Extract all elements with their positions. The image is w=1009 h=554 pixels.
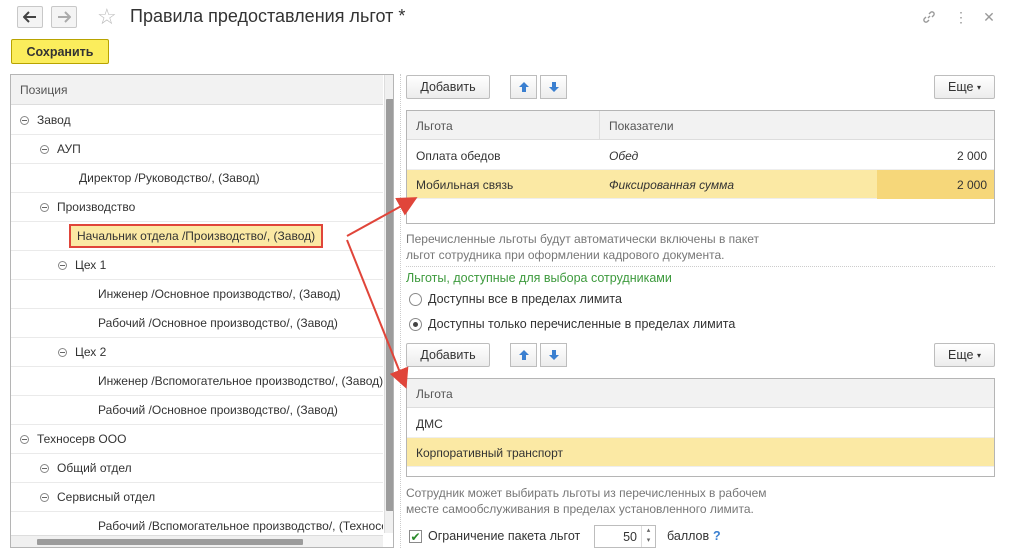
position-tree[interactable]: Позиция Завод АУП Директор /Руководство/, … <box>10 74 394 548</box>
collapse-toggle-icon[interactable] <box>20 116 29 125</box>
arrow-down-icon <box>548 350 559 360</box>
help-icon[interactable]: ? <box>713 529 721 543</box>
column-benefit: Льгота <box>416 119 453 133</box>
tree-row-label: Техносерв ООО <box>37 432 127 446</box>
collapse-toggle-icon[interactable] <box>58 261 67 270</box>
collapse-toggle-icon[interactable] <box>40 145 49 154</box>
bottom-hint-line2: месте самообслуживания в пределах устано… <box>406 502 754 516</box>
tree-row-label: Директор /Руководство/, (Завод) <box>79 171 260 185</box>
limit-unit: баллов <box>667 529 710 543</box>
tree-row[interactable]: Цех 2 <box>11 338 383 367</box>
panel-splitter[interactable] <box>400 74 401 548</box>
collapse-toggle-icon[interactable] <box>40 464 49 473</box>
tree-row-label: Производство <box>57 200 136 214</box>
chevron-down-icon: ▾ <box>976 82 981 92</box>
collapse-toggle-icon[interactable] <box>20 435 29 444</box>
choice-benefits-table[interactable]: Льгота ДМС Корпоративный транспорт <box>406 378 995 477</box>
tree-row[interactable]: Завод <box>11 106 383 135</box>
top-hint-line1: Перечисленные льготы будут автоматически… <box>406 232 759 246</box>
bottom-hint-line1: Сотрудник может выбирать льготы из переч… <box>406 486 767 500</box>
add-benefit-button[interactable]: Добавить <box>406 75 490 99</box>
save-button[interactable]: Сохранить <box>11 39 109 64</box>
tree-row[interactable]: Цех 1 <box>11 251 383 280</box>
tree-row[interactable]: Техносерв ООО <box>11 425 383 454</box>
table-row-selected[interactable]: Мобильная связь Фиксированная сумма 2 00… <box>407 170 994 199</box>
tree-row-label: АУП <box>57 142 81 156</box>
tree-row-label: Инженер /Вспомогательное производство/, … <box>98 374 383 388</box>
tree-horizontal-scrollbar[interactable] <box>11 535 383 547</box>
tree-row[interactable]: Сервисный отдел <box>11 483 383 512</box>
limit-checkbox[interactable]: ✔ <box>409 530 422 543</box>
checkmark-icon: ✔ <box>410 529 421 544</box>
tree-row-label: Завод <box>37 113 71 127</box>
move-down-button-bottom[interactable] <box>540 343 567 367</box>
tree-row[interactable]: Производство <box>11 193 383 222</box>
arrow-left-icon <box>23 11 36 23</box>
tree-row-label: Начальник отдела /Производство/, (Завод) <box>69 224 324 248</box>
collapse-toggle-icon[interactable] <box>58 348 67 357</box>
table-row[interactable]: ДМС <box>407 409 994 438</box>
radio-all-label: Доступны все в пределах лимита <box>428 292 622 306</box>
more-button-bottom[interactable]: Еще ▾ <box>934 343 995 367</box>
tree-row-label: Рабочий /Основное производство/, (Завод) <box>98 316 338 330</box>
tree-row[interactable]: Инженер /Вспомогательное производство/, … <box>11 367 383 396</box>
radio-listed-label: Доступны только перечисленные в пределах… <box>428 317 736 331</box>
radio-all-within-limit[interactable] <box>409 293 422 306</box>
arrow-right-icon <box>58 11 71 23</box>
more-vertical-icon[interactable]: ⋮ <box>952 8 970 26</box>
tree-row-label: Цех 2 <box>75 345 107 359</box>
spinner-icon[interactable]: ▴ ▾ <box>641 526 655 547</box>
link-icon[interactable] <box>920 8 938 26</box>
chevron-down-icon: ▾ <box>976 350 981 360</box>
move-up-button-bottom[interactable] <box>510 343 537 367</box>
limit-value-input[interactable]: 50 ▴ ▾ <box>594 525 656 548</box>
tree-row[interactable]: Директор /Руководство/, (Завод) <box>11 164 383 193</box>
collapse-toggle-icon[interactable] <box>40 493 49 502</box>
tree-row-label: Инженер /Основное производство/, (Завод) <box>98 287 341 301</box>
limit-checkbox-label: Ограничение пакета льгот <box>428 529 581 543</box>
tree-row-label: Общий отдел <box>57 461 132 475</box>
tree-row-label: Рабочий /Вспомогательное производство/, … <box>98 519 383 533</box>
table-row-selected[interactable]: Корпоративный транспорт <box>407 438 994 467</box>
tree-row-label: Цех 1 <box>75 258 107 272</box>
tree-row[interactable]: АУП <box>11 135 383 164</box>
window-title: Правила предоставления льгот * <box>130 6 406 26</box>
move-down-button[interactable] <box>540 75 567 99</box>
tree-header: Позиция <box>11 75 383 105</box>
forward-button[interactable] <box>51 6 77 28</box>
arrow-up-icon <box>518 82 529 92</box>
tree-row[interactable]: Инженер /Основное производство/, (Завод) <box>11 280 383 309</box>
column-indicators: Показатели <box>609 119 674 133</box>
choice-section-title: Льготы, доступные для выбора сотрудникам… <box>406 271 672 285</box>
favorite-star-icon[interactable]: ☆ <box>97 4 117 30</box>
column-benefit-bottom: Льгота <box>416 387 453 401</box>
more-button-top[interactable]: Еще ▾ <box>934 75 995 99</box>
arrow-up-icon <box>518 350 529 360</box>
tree-row[interactable]: Общий отдел <box>11 454 383 483</box>
back-button[interactable] <box>17 6 43 28</box>
radio-listed-within-limit[interactable] <box>409 318 422 331</box>
collapse-toggle-icon[interactable] <box>40 203 49 212</box>
close-icon[interactable]: ✕ <box>980 8 998 26</box>
tree-row[interactable]: Рабочий /Основное производство/, (Завод) <box>11 309 383 338</box>
tree-row[interactable]: Рабочий /Основное производство/, (Завод) <box>11 396 383 425</box>
tree-row-label: Рабочий /Основное производство/, (Завод) <box>98 403 338 417</box>
arrow-down-icon <box>548 82 559 92</box>
top-hint-line2: льгот сотрудника при оформлении кадровог… <box>406 248 725 262</box>
table-row[interactable]: Оплата обедов Обед 2 000 <box>407 141 994 170</box>
tree-row-label: Сервисный отдел <box>57 490 156 504</box>
add-choice-benefit-button[interactable]: Добавить <box>406 343 490 367</box>
tree-row-selected[interactable]: Начальник отдела /Производство/, (Завод) <box>11 222 383 251</box>
move-up-button[interactable] <box>510 75 537 99</box>
benefits-table[interactable]: Льгота Показатели Оплата обедов Обед 2 0… <box>406 110 995 224</box>
tree-vertical-scrollbar[interactable] <box>384 75 393 533</box>
